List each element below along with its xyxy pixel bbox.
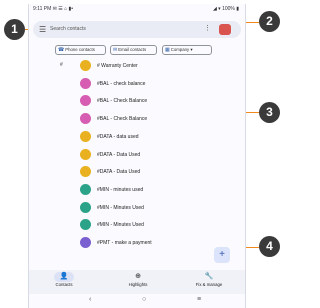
recents-icon[interactable]: ≡ [197, 296, 201, 303]
contact-avatar-icon [80, 130, 91, 142]
contact-name: #MIN - minutes used [97, 186, 144, 193]
chip-email-contacts[interactable]: ✉Email contacts [110, 45, 157, 55]
contact-row[interactable]: #MIN - Minutes Used [29, 201, 245, 217]
contact-avatar-icon [80, 113, 91, 125]
company-icon: ▦ [165, 47, 170, 53]
nav-fix-manage[interactable]: 🔧 Fix & manage [184, 270, 234, 287]
callout-3: 3 [259, 102, 280, 123]
contact-row[interactable]: #MIN - minutes used [29, 183, 245, 199]
menu-icon[interactable]: ☰ [39, 25, 46, 34]
section-header: # [60, 62, 63, 68]
contact-avatar-icon [80, 219, 91, 231]
highlights-icon: ⊕ [135, 273, 141, 280]
chip-phone-contacts[interactable]: ☎Phone contacts [55, 45, 106, 55]
status-indicators: ◢ ▾ 100% ▮ [212, 6, 239, 12]
nav-label: Highlights [128, 282, 148, 287]
contact-avatar-icon [80, 95, 91, 107]
contact-avatar-icon [80, 166, 91, 178]
overflow-menu-icon[interactable]: ⋮ [204, 25, 211, 33]
person-icon: 👤 [54, 272, 74, 282]
contact-row[interactable]: #BAL - Check Balance [29, 113, 245, 128]
contact-avatar-icon [80, 237, 91, 248]
phone-screen: 9:11 PM ✉ ☰ ⌂ ▮• ◢ ▾ 100% ▮ ☰ Search con… [28, 4, 246, 308]
search-placeholder[interactable]: Search contacts [50, 26, 86, 32]
contact-name: # Warranty Center [97, 63, 138, 69]
contact-name: #MIN - Minutes Used [97, 222, 144, 229]
contact-name: #DATA - Data Used [97, 169, 141, 176]
phone-icon: ☎ [58, 47, 65, 53]
contact-avatar-icon [80, 201, 91, 213]
contact-row[interactable]: #BAL - check balance [29, 77, 245, 93]
chip-label: Email contacts [118, 47, 147, 52]
contact-avatar-icon [80, 60, 91, 71]
chip-label: Company ▾ [170, 47, 193, 52]
system-navigation: ‹ ○ ≡ [29, 296, 245, 308]
email-icon: ✉ [113, 47, 118, 53]
contact-avatar-icon [80, 148, 91, 160]
nav-contacts[interactable]: 👤 Contacts [39, 270, 89, 287]
back-icon[interactable]: ‹ [89, 296, 91, 303]
contact-name: #PMT - make a payment [97, 240, 152, 246]
contact-name: #BAL - Check Balance [97, 98, 148, 105]
account-avatar[interactable] [219, 24, 231, 35]
nav-highlights[interactable]: ⊕ Highlights [113, 270, 163, 287]
contact-row[interactable]: #BAL - Check Balance [29, 95, 245, 110]
contact-row[interactable]: #DATA - Data Used [29, 148, 245, 164]
add-contact-button[interactable]: + [214, 247, 230, 263]
contact-avatar-icon [80, 77, 91, 89]
contact-name: #BAL - Check Balance [97, 116, 148, 123]
status-bar: 9:11 PM ✉ ☰ ⌂ ▮• ◢ ▾ 100% ▮ [29, 4, 245, 14]
nav-label: Fix & manage [195, 282, 223, 287]
status-time: 9:11 PM ✉ ☰ ⌂ ▮• [33, 6, 73, 12]
chip-company[interactable]: ▦Company ▾ [162, 45, 212, 55]
callout-1: 1 [4, 19, 25, 40]
contact-row[interactable]: #DATA - Data Used [29, 166, 245, 181]
contact-avatar-icon [80, 183, 91, 195]
contact-name: #DATA - Data Used [97, 151, 141, 158]
callout-2: 2 [259, 11, 280, 32]
nav-label: Contacts [55, 282, 73, 287]
bottom-navigation: 👤 Contacts ⊕ Highlights 🔧 Fix & manage [29, 270, 245, 294]
contact-name: #DATA - data used [97, 133, 139, 140]
wrench-icon: 🔧 [204, 273, 214, 280]
callout-4: 4 [259, 236, 280, 257]
contact-row[interactable]: #DATA - data used [29, 130, 245, 146]
search-bar[interactable]: ☰ Search contacts ⋮ [33, 21, 241, 38]
contact-row[interactable]: #MIN - Minutes Used [29, 219, 245, 234]
contact-row[interactable]: # # Warranty Center [29, 60, 245, 75]
contact-name: #BAL - check balance [97, 80, 146, 87]
contact-name: #MIN - Minutes Used [97, 204, 144, 211]
chip-label: Phone contacts [65, 47, 95, 52]
home-icon[interactable]: ○ [142, 296, 146, 303]
contact-row[interactable]: #PMT - make a payment [29, 237, 245, 252]
